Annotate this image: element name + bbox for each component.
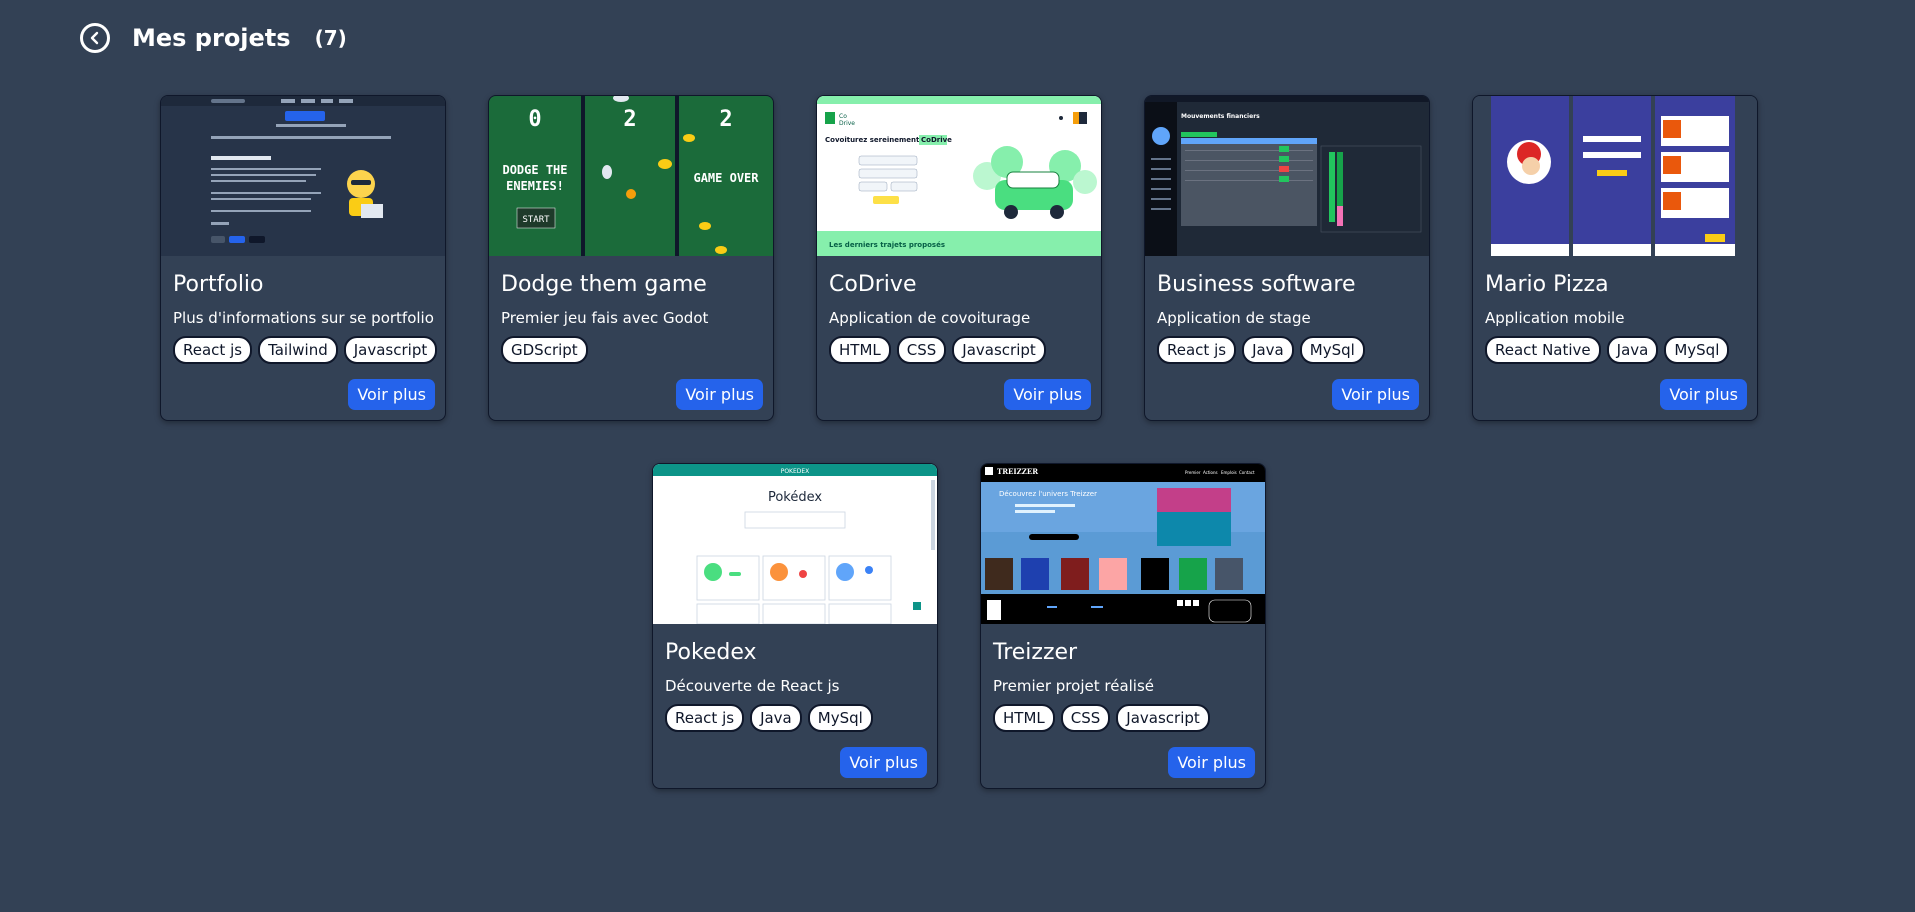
tag-list: GDScript [501, 336, 588, 364]
page-header: Mes projets (7) [80, 20, 347, 56]
mario-pizza-preview [1473, 96, 1757, 256]
voir-plus-button[interactable]: Voir plus [1004, 379, 1091, 410]
svg-text:Drive: Drive [839, 120, 855, 127]
voir-plus-button[interactable]: Voir plus [676, 379, 763, 410]
project-title: CoDrive [829, 272, 917, 297]
tech-tag: React js [173, 336, 253, 364]
voir-plus-button[interactable]: Voir plus [348, 379, 435, 410]
tag-list: React js Java MySql [1157, 336, 1365, 364]
tech-tag: CSS [1060, 704, 1111, 732]
game-preview: 0 2 2 DODGE THE ENEMIES! START GAME OVER [489, 96, 773, 256]
svg-text:0: 0 [528, 107, 541, 132]
svg-text:TREIZZER: TREIZZER [997, 467, 1038, 476]
tag-list: HTML CSS Javascript [993, 704, 1210, 732]
tech-tag: Javascript [343, 336, 438, 364]
portfolio-preview [161, 96, 445, 256]
svg-text:ENEMIES!: ENEMIES! [506, 179, 564, 193]
svg-text:START: START [522, 215, 550, 225]
project-count: (7) [314, 26, 347, 50]
tech-tag: React js [665, 704, 745, 732]
project-description: Premier projet réalisé [993, 677, 1155, 695]
project-description: Plus d'informations sur se portfolio [173, 309, 434, 327]
project-card: POKEDEX Pokédex Pokedex Découverte de Re… [652, 463, 938, 789]
tech-tag: Java [1606, 336, 1659, 364]
tech-tag: Java [750, 704, 802, 732]
tech-tag: MySql [807, 704, 873, 732]
pokedex-preview: POKEDEX Pokédex [653, 464, 937, 624]
project-card: Mouvements financiers Business software … [1144, 95, 1430, 421]
svg-text:Emplois: Emplois [1221, 470, 1237, 475]
tech-tag: Java [1242, 336, 1294, 364]
tech-tag: Tailwind [258, 336, 338, 364]
project-card: TREIZZER Premier Actions Emplois Contact… [980, 463, 1266, 789]
svg-text:2: 2 [719, 107, 732, 132]
svg-text:DODGE THE: DODGE THE [502, 163, 567, 177]
project-thumbnail[interactable]: Mouvements financiers [1145, 96, 1429, 256]
tech-tag: React Native [1485, 336, 1601, 364]
tech-tag: Javascript [952, 336, 1046, 364]
page-title: Mes projets [132, 24, 291, 52]
project-description: Application mobile [1485, 309, 1625, 327]
tag-list: React js Java MySql [665, 704, 873, 732]
tag-list: React Native Java MySql [1485, 336, 1730, 364]
svg-text:2: 2 [623, 107, 636, 132]
project-description: Application de stage [1157, 309, 1311, 327]
tech-tag: CSS [896, 336, 947, 364]
project-title: Treizzer [993, 640, 1078, 665]
chevron-left-icon [90, 31, 99, 45]
voir-plus-button[interactable]: Voir plus [1168, 747, 1255, 778]
svg-text:GAME OVER: GAME OVER [693, 171, 759, 185]
tech-tag: MySql [1299, 336, 1365, 364]
business-preview: Mouvements financiers [1145, 96, 1429, 256]
svg-text:Les derniers trajets proposés: Les derniers trajets proposés [829, 241, 945, 249]
project-card: Mario Pizza Application mobile React Nat… [1472, 95, 1758, 421]
project-thumbnail[interactable] [1473, 96, 1757, 256]
tech-tag: HTML [993, 704, 1055, 732]
project-thumbnail[interactable] [161, 96, 445, 256]
svg-text:Pokédex: Pokédex [768, 490, 822, 505]
svg-text:Mouvements financiers: Mouvements financiers [1181, 113, 1260, 120]
project-card: Co Drive Covoiturez sereinement avec CoD… [816, 95, 1102, 421]
project-title: Business software [1157, 272, 1356, 297]
svg-text:Découvrez l'univers Treizzer: Découvrez l'univers Treizzer [999, 490, 1097, 498]
project-description: Application de covoiturage [829, 309, 1031, 327]
svg-text:Premier: Premier [1185, 470, 1201, 475]
svg-text:Co: Co [839, 113, 847, 120]
tag-list: React js Tailwind Javascript [173, 336, 438, 364]
svg-text:POKEDEX: POKEDEX [781, 468, 810, 475]
back-button[interactable] [80, 23, 110, 53]
tech-tag: MySql [1664, 336, 1730, 364]
project-thumbnail[interactable]: Co Drive Covoiturez sereinement avec CoD… [817, 96, 1101, 256]
project-title: Portfolio [173, 272, 264, 297]
project-title: Dodge them game [501, 272, 707, 297]
svg-text:CoDrive: CoDrive [921, 136, 952, 144]
tech-tag: GDScript [501, 336, 588, 364]
project-description: Découverte de React js [665, 677, 840, 695]
project-title: Pokedex [665, 640, 757, 665]
svg-text:Contact: Contact [1239, 470, 1255, 475]
codrive-preview: Co Drive Covoiturez sereinement avec CoD… [817, 96, 1101, 256]
project-thumbnail[interactable]: POKEDEX Pokédex [653, 464, 937, 624]
project-thumbnail[interactable]: TREIZZER Premier Actions Emplois Contact… [981, 464, 1265, 624]
voir-plus-button[interactable]: Voir plus [1332, 379, 1419, 410]
project-card: 0 2 2 DODGE THE ENEMIES! START GAME OVER… [488, 95, 774, 421]
tech-tag: Javascript [1116, 704, 1210, 732]
project-card: Portfolio Plus d'informations sur se por… [160, 95, 446, 421]
tech-tag: HTML [829, 336, 891, 364]
tech-tag: React js [1157, 336, 1237, 364]
project-title: Mario Pizza [1485, 272, 1609, 297]
svg-text:Actions: Actions [1203, 470, 1218, 475]
tag-list: HTML CSS Javascript [829, 336, 1046, 364]
treizzer-preview: TREIZZER Premier Actions Emplois Contact… [981, 464, 1265, 624]
project-description: Premier jeu fais avec Godot [501, 309, 709, 327]
voir-plus-button[interactable]: Voir plus [1660, 379, 1747, 410]
voir-plus-button[interactable]: Voir plus [840, 747, 927, 778]
project-thumbnail[interactable]: 0 2 2 DODGE THE ENEMIES! START GAME OVER [489, 96, 773, 256]
